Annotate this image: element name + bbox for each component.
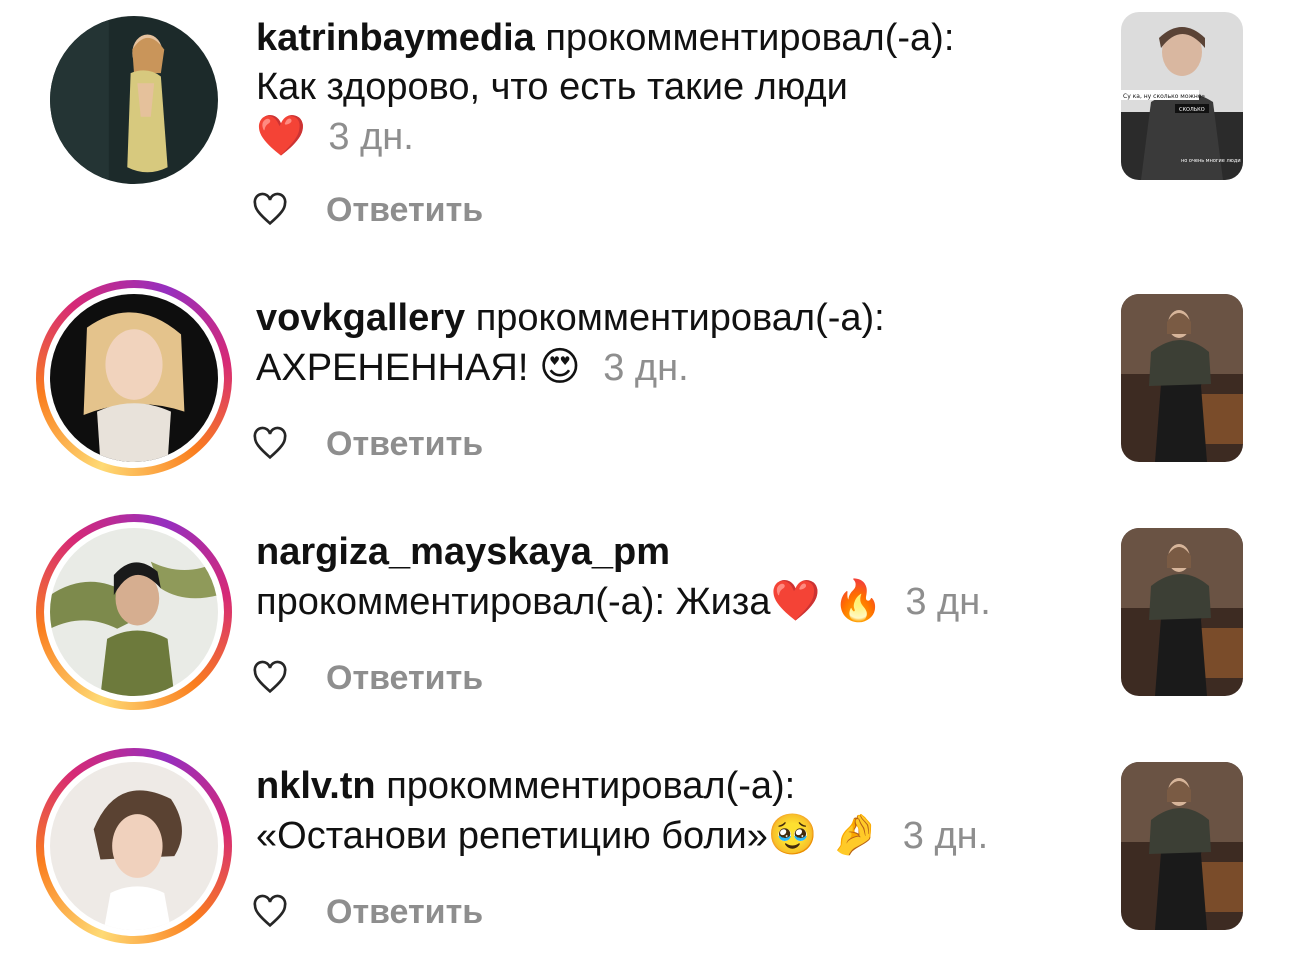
heart-outline-icon[interactable] xyxy=(250,424,290,464)
heart-outline-icon[interactable] xyxy=(250,190,290,230)
comment-text: vovkgallery прокомментировал(-а): АХРЕНЕ… xyxy=(256,294,1096,393)
comment-action: прокомментировал(-а): xyxy=(386,765,796,807)
reply-button[interactable]: Ответить xyxy=(326,659,483,698)
comment-emoji: 😍 xyxy=(538,344,581,390)
avatar-photo-icon xyxy=(50,16,218,184)
heart-outline-icon[interactable] xyxy=(250,892,290,932)
comment-body: АХРЕНЕННАЯ! xyxy=(256,347,529,389)
comment-action: прокомментировал(-а): xyxy=(545,17,955,59)
post-thumbnail[interactable] xyxy=(1121,294,1243,462)
comment-actions: Ответить xyxy=(250,892,483,932)
comment-time: 3 дн. xyxy=(603,347,689,389)
comment-emoji: 🥹 🤌 xyxy=(767,812,881,858)
avatar[interactable] xyxy=(36,2,232,198)
comment-item: katrinbaymedia прокомментировал(-а): Как… xyxy=(0,0,1290,234)
comment-item: nargiza_mayskaya_pm прокомментировал(-а)… xyxy=(0,468,1290,710)
comment-username[interactable]: nklv.tn xyxy=(256,765,376,807)
comment-item: vovkgallery прокомментировал(-а): АХРЕНЕ… xyxy=(0,234,1290,476)
comment-time: 3 дн. xyxy=(902,815,989,857)
thumbnail-caption: СКОЛЬКО xyxy=(1179,107,1205,113)
comment-actions: Ответить xyxy=(250,658,483,698)
comment-actions: Ответить xyxy=(250,190,483,230)
comment-emoji: ❤️ xyxy=(256,113,306,159)
comment-emoji: ❤️ 🔥 xyxy=(770,578,883,624)
comment-body: «Останови репетицию боли» xyxy=(256,815,768,857)
avatar[interactable] xyxy=(36,748,232,944)
thumbnail-caption: но очень многие люди xyxy=(1181,158,1241,164)
comment-username[interactable]: nargiza_mayskaya_pm xyxy=(256,531,670,573)
comment-time: 3 дн. xyxy=(328,116,414,158)
avatar[interactable] xyxy=(36,514,232,710)
heart-outline-icon[interactable] xyxy=(250,658,290,698)
comment-time: 3 дн. xyxy=(905,581,991,623)
comment-text: nargiza_mayskaya_pm прокомментировал(-а)… xyxy=(256,528,1096,627)
comment-text: nklv.tn прокомментировал(-а): «Останови … xyxy=(256,762,1096,861)
reply-button[interactable]: Ответить xyxy=(326,425,483,464)
comment-actions: Ответить xyxy=(250,424,483,464)
post-thumbnail[interactable]: Су ка, ну сколько можно» СКОЛЬКО но очен… xyxy=(1121,12,1243,180)
comment-action: прокомментировал(-а): xyxy=(256,581,666,623)
comment-username[interactable]: katrinbaymedia xyxy=(256,17,535,59)
comment-username[interactable]: vovkgallery xyxy=(256,297,465,339)
comment-action: прокомментировал(-а): xyxy=(475,297,885,339)
avatar-photo-icon xyxy=(50,294,218,462)
comment-item: nklv.tn прокомментировал(-а): «Останови … xyxy=(0,702,1290,944)
post-thumbnail[interactable] xyxy=(1121,528,1243,696)
post-thumbnail[interactable] xyxy=(1121,762,1243,930)
avatar[interactable] xyxy=(36,280,232,476)
comment-body: Жиза xyxy=(675,581,771,623)
reply-button[interactable]: Ответить xyxy=(326,893,483,932)
reply-button[interactable]: Ответить xyxy=(326,191,483,230)
comment-body: Как здорово, что есть такие люди xyxy=(256,66,848,108)
avatar-photo-icon xyxy=(50,528,218,696)
thumbnail-caption: Су ка, ну сколько можно» xyxy=(1123,93,1206,100)
avatar-photo-icon xyxy=(50,762,218,930)
comment-text: katrinbaymedia прокомментировал(-а): Как… xyxy=(256,14,1096,162)
